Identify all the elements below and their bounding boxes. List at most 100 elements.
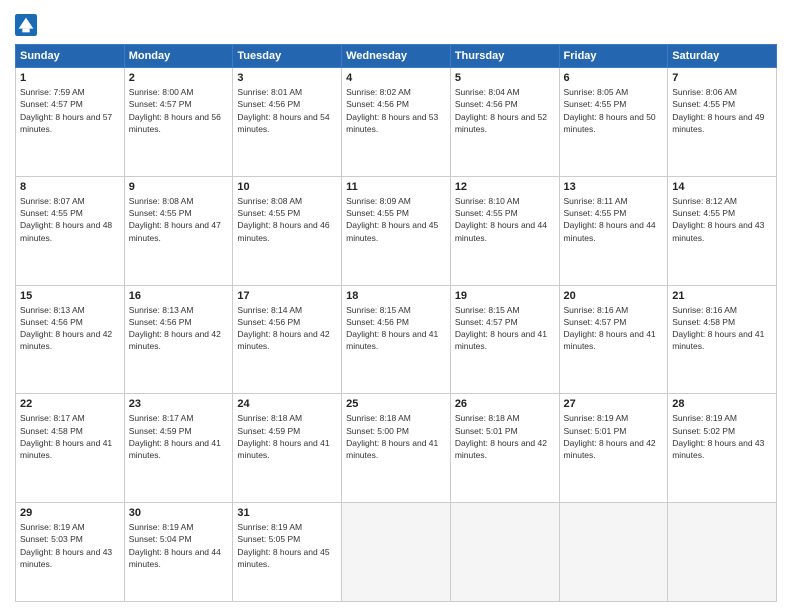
calendar-week-2: 8 Sunrise: 8:07 AMSunset: 4:55 PMDaylight…	[16, 176, 777, 285]
day-number: 2	[129, 72, 229, 84]
day-info: Sunrise: 8:19 AMSunset: 5:02 PMDaylight:…	[672, 412, 772, 461]
day-info: Sunrise: 8:05 AMSunset: 4:55 PMDaylight:…	[564, 86, 664, 135]
day-number: 14	[672, 181, 772, 193]
table-row: 17 Sunrise: 8:14 AMSunset: 4:56 PMDayligh…	[233, 285, 342, 394]
day-number: 18	[346, 290, 446, 302]
table-row: 1Sunrise: 7:59 AMSunset: 4:57 PMDaylight…	[16, 68, 125, 177]
table-row: 31 Sunrise: 8:19 AMSunset: 5:05 PMDayligh…	[233, 503, 342, 602]
day-number: 29	[20, 507, 120, 519]
table-row: 5 Sunrise: 8:04 AMSunset: 4:56 PMDaylight…	[450, 68, 559, 177]
day-number: 5	[455, 72, 555, 84]
table-row: 24 Sunrise: 8:18 AMSunset: 4:59 PMDayligh…	[233, 394, 342, 503]
day-info: Sunrise: 8:17 AMSunset: 4:59 PMDaylight:…	[129, 412, 229, 461]
day-number: 9	[129, 181, 229, 193]
table-row: 18 Sunrise: 8:15 AMSunset: 4:56 PMDayligh…	[342, 285, 451, 394]
day-info: Sunrise: 8:16 AMSunset: 4:58 PMDaylight:…	[672, 304, 772, 353]
day-number: 6	[564, 72, 664, 84]
logo	[15, 14, 39, 36]
table-row: 6 Sunrise: 8:05 AMSunset: 4:55 PMDaylight…	[559, 68, 668, 177]
day-info: Sunrise: 8:17 AMSunset: 4:58 PMDaylight:…	[20, 412, 120, 461]
table-row: 16 Sunrise: 8:13 AMSunset: 4:56 PMDayligh…	[124, 285, 233, 394]
table-row: 12 Sunrise: 8:10 AMSunset: 4:55 PMDayligh…	[450, 176, 559, 285]
table-row: 15Sunrise: 8:13 AMSunset: 4:56 PMDayligh…	[16, 285, 125, 394]
col-friday: Friday	[559, 45, 668, 68]
day-info: Sunrise: 8:14 AMSunset: 4:56 PMDaylight:…	[237, 304, 337, 353]
table-row: 28 Sunrise: 8:19 AMSunset: 5:02 PMDayligh…	[668, 394, 777, 503]
table-row	[342, 503, 451, 602]
table-row: 3 Sunrise: 8:01 AMSunset: 4:56 PMDaylight…	[233, 68, 342, 177]
day-number: 3	[237, 72, 337, 84]
day-info: Sunrise: 8:11 AMSunset: 4:55 PMDaylight:…	[564, 195, 664, 244]
logo-icon	[15, 14, 37, 36]
calendar-week-1: 1Sunrise: 7:59 AMSunset: 4:57 PMDaylight…	[16, 68, 777, 177]
table-row: 9 Sunrise: 8:08 AMSunset: 4:55 PMDaylight…	[124, 176, 233, 285]
table-row: 2 Sunrise: 8:00 AMSunset: 4:57 PMDaylight…	[124, 68, 233, 177]
day-info: Sunrise: 8:19 AMSunset: 5:04 PMDaylight:…	[129, 521, 229, 570]
day-info: Sunrise: 8:19 AMSunset: 5:01 PMDaylight:…	[564, 412, 664, 461]
col-saturday: Saturday	[668, 45, 777, 68]
day-info: Sunrise: 8:13 AMSunset: 4:56 PMDaylight:…	[20, 304, 120, 353]
calendar-week-3: 15Sunrise: 8:13 AMSunset: 4:56 PMDayligh…	[16, 285, 777, 394]
table-row: 22 Sunrise: 8:17 AMSunset: 4:58 PMDayligh…	[16, 394, 125, 503]
col-tuesday: Tuesday	[233, 45, 342, 68]
day-info: Sunrise: 8:13 AMSunset: 4:56 PMDaylight:…	[129, 304, 229, 353]
day-number: 10	[237, 181, 337, 193]
col-sunday: Sunday	[16, 45, 125, 68]
table-row: 23Sunrise: 8:17 AMSunset: 4:59 PMDayligh…	[124, 394, 233, 503]
day-info: Sunrise: 8:02 AMSunset: 4:56 PMDaylight:…	[346, 86, 446, 135]
day-info: Sunrise: 8:12 AMSunset: 4:55 PMDaylight:…	[672, 195, 772, 244]
table-row: 25 Sunrise: 8:18 AMSunset: 5:00 PMDayligh…	[342, 394, 451, 503]
day-number: 31	[237, 507, 337, 519]
day-number: 27	[564, 398, 664, 410]
day-info: Sunrise: 8:04 AMSunset: 4:56 PMDaylight:…	[455, 86, 555, 135]
col-thursday: Thursday	[450, 45, 559, 68]
day-number: 11	[346, 181, 446, 193]
header	[15, 10, 777, 36]
day-info: Sunrise: 8:18 AMSunset: 5:00 PMDaylight:…	[346, 412, 446, 461]
table-row: 21Sunrise: 8:16 AMSunset: 4:58 PMDayligh…	[668, 285, 777, 394]
page: Sunday Monday Tuesday Wednesday Thursday…	[0, 0, 792, 612]
table-row: 7 Sunrise: 8:06 AMSunset: 4:55 PMDaylight…	[668, 68, 777, 177]
day-number: 19	[455, 290, 555, 302]
day-info: Sunrise: 8:07 AMSunset: 4:55 PMDaylight:…	[20, 195, 120, 244]
calendar-table: Sunday Monday Tuesday Wednesday Thursday…	[15, 44, 777, 602]
day-number: 4	[346, 72, 446, 84]
day-number: 12	[455, 181, 555, 193]
day-number: 7	[672, 72, 772, 84]
day-info: Sunrise: 8:00 AMSunset: 4:57 PMDaylight:…	[129, 86, 229, 135]
day-info: Sunrise: 8:06 AMSunset: 4:55 PMDaylight:…	[672, 86, 772, 135]
day-info: Sunrise: 8:19 AMSunset: 5:05 PMDaylight:…	[237, 521, 337, 570]
day-info: Sunrise: 8:08 AMSunset: 4:55 PMDaylight:…	[129, 195, 229, 244]
table-row: 26 Sunrise: 8:18 AMSunset: 5:01 PMDayligh…	[450, 394, 559, 503]
col-wednesday: Wednesday	[342, 45, 451, 68]
day-number: 17	[237, 290, 337, 302]
day-info: Sunrise: 8:01 AMSunset: 4:56 PMDaylight:…	[237, 86, 337, 135]
day-info: Sunrise: 8:19 AMSunset: 5:03 PMDaylight:…	[20, 521, 120, 570]
col-monday: Monday	[124, 45, 233, 68]
table-row: 19 Sunrise: 8:15 AMSunset: 4:57 PMDayligh…	[450, 285, 559, 394]
day-info: Sunrise: 8:10 AMSunset: 4:55 PMDaylight:…	[455, 195, 555, 244]
day-number: 26	[455, 398, 555, 410]
table-row: 13Sunrise: 8:11 AMSunset: 4:55 PMDayligh…	[559, 176, 668, 285]
day-number: 16	[129, 290, 229, 302]
day-number: 8	[20, 181, 120, 193]
day-number: 24	[237, 398, 337, 410]
table-row: 27 Sunrise: 8:19 AMSunset: 5:01 PMDayligh…	[559, 394, 668, 503]
table-row: 20 Sunrise: 8:16 AMSunset: 4:57 PMDayligh…	[559, 285, 668, 394]
table-row: 8 Sunrise: 8:07 AMSunset: 4:55 PMDaylight…	[16, 176, 125, 285]
table-row: 4 Sunrise: 8:02 AMSunset: 4:56 PMDaylight…	[342, 68, 451, 177]
table-row: 10Sunrise: 8:08 AMSunset: 4:55 PMDayligh…	[233, 176, 342, 285]
day-info: Sunrise: 8:16 AMSunset: 4:57 PMDaylight:…	[564, 304, 664, 353]
table-row: 11Sunrise: 8:09 AMSunset: 4:55 PMDayligh…	[342, 176, 451, 285]
day-number: 20	[564, 290, 664, 302]
day-number: 1	[20, 72, 120, 84]
day-info: Sunrise: 8:15 AMSunset: 4:56 PMDaylight:…	[346, 304, 446, 353]
day-number: 28	[672, 398, 772, 410]
day-info: Sunrise: 8:18 AMSunset: 4:59 PMDaylight:…	[237, 412, 337, 461]
day-info: Sunrise: 8:15 AMSunset: 4:57 PMDaylight:…	[455, 304, 555, 353]
day-number: 25	[346, 398, 446, 410]
day-number: 22	[20, 398, 120, 410]
table-row	[668, 503, 777, 602]
table-row	[559, 503, 668, 602]
day-info: Sunrise: 8:18 AMSunset: 5:01 PMDaylight:…	[455, 412, 555, 461]
